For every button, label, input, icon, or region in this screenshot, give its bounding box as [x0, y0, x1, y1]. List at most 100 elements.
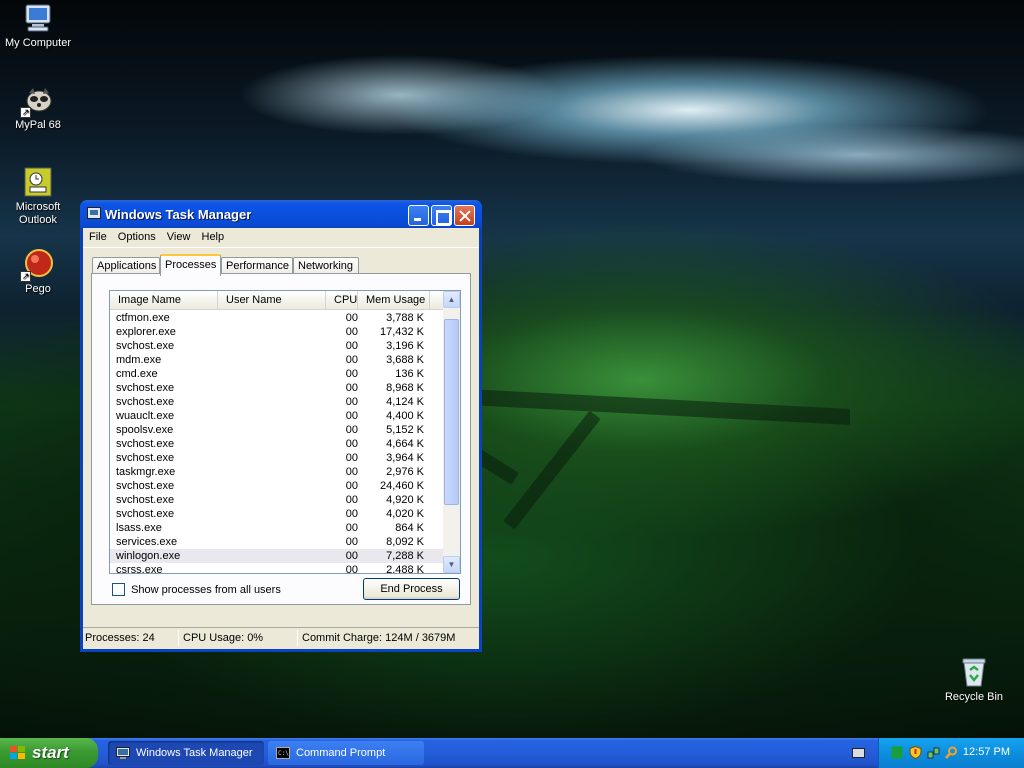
mypal-icon: ↗ — [20, 84, 54, 118]
process-name: cmd.exe — [116, 368, 158, 380]
process-row[interactable]: cmd.exe 00 136 K — [110, 367, 443, 381]
desktop-icon-outlook[interactable]: Microsoft Outlook — [0, 166, 76, 227]
process-mem-usage: 3,788 K — [386, 312, 424, 324]
process-row[interactable]: svchost.exe 00 3,964 K — [110, 451, 443, 465]
process-mem-usage: 17,432 K — [379, 326, 424, 338]
taskbar: start Windows Task Manager C:\ Command P… — [0, 738, 1024, 768]
process-row[interactable]: ctfmon.exe 00 3,788 K — [110, 311, 443, 325]
process-cpu: 00 — [345, 368, 358, 380]
desktop-icon-label: Microsoft Outlook — [15, 201, 61, 226]
taskbar-clock[interactable]: 12:57 PM — [963, 746, 1010, 758]
process-list[interactable]: Image Name User Name CPU Mem Usage ctfmo… — [109, 290, 461, 574]
process-name: winlogon.exe — [116, 550, 181, 562]
process-row[interactable]: services.exe 00 8,092 K — [110, 535, 443, 549]
process-row[interactable]: svchost.exe 00 4,020 K — [110, 507, 443, 521]
task-manager-icon — [87, 207, 101, 219]
desktop-icon-mypal[interactable]: ↗ MyPal 68 — [0, 84, 76, 132]
column-cpu[interactable]: CPU — [326, 291, 358, 309]
network-icon[interactable] — [891, 746, 904, 759]
process-row[interactable]: csrss.exe 00 2,488 K — [110, 563, 443, 574]
process-cpu: 00 — [345, 312, 358, 324]
taskbar-button-label: Windows Task Manager — [136, 747, 253, 759]
tab-processes[interactable]: Processes — [160, 254, 221, 276]
process-row[interactable]: svchost.exe 00 3,196 K — [110, 339, 443, 353]
desktop-icon-my-computer[interactable]: My Computer — [0, 2, 76, 50]
status-cpu-usage: CPU Usage: 0% — [183, 632, 264, 644]
show-all-users-checkbox[interactable] — [112, 583, 125, 596]
search-icon[interactable] — [945, 746, 958, 759]
keyboard-language-icon[interactable] — [852, 748, 865, 758]
menu-view[interactable]: View — [163, 228, 195, 243]
my-computer-icon — [22, 2, 54, 34]
process-mem-usage: 8,092 K — [386, 536, 424, 548]
desktop-icon-label: My Computer — [4, 37, 72, 49]
process-row[interactable]: mdm.exe 00 3,688 K — [110, 353, 443, 367]
security-shield-icon[interactable] — [909, 745, 922, 760]
desktop-icon-recycle-bin[interactable]: Recycle Bin — [936, 656, 1012, 704]
process-row[interactable]: winlogon.exe 00 7,288 K — [110, 549, 443, 563]
process-cpu: 00 — [345, 382, 358, 394]
process-cpu: 00 — [345, 396, 358, 408]
window-titlebar[interactable]: Windows Task Manager — [83, 200, 479, 228]
process-name: spoolsv.exe — [116, 424, 174, 436]
start-label: start — [32, 743, 69, 762]
process-row[interactable]: spoolsv.exe 00 5,152 K — [110, 423, 443, 437]
outlook-icon — [22, 166, 54, 198]
list-header: Image Name User Name CPU Mem Usage — [110, 291, 460, 310]
shortcut-arrow-icon: ↗ — [20, 107, 31, 118]
desktop-icon-label: Pego — [25, 283, 51, 295]
scroll-up-button[interactable]: ▲ — [443, 291, 460, 308]
taskbar-button-command-prompt[interactable]: C:\ Command Prompt — [268, 741, 424, 765]
vertical-scrollbar[interactable]: ▲ ▼ — [443, 291, 460, 573]
process-row[interactable]: wuauclt.exe 00 4,400 K — [110, 409, 443, 423]
menu-bar: File Options View Help — [83, 228, 479, 248]
process-cpu: 00 — [345, 452, 358, 464]
process-row[interactable]: svchost.exe 00 4,664 K — [110, 437, 443, 451]
process-row[interactable]: svchost.exe 00 4,920 K — [110, 493, 443, 507]
scroll-down-button[interactable]: ▼ — [443, 556, 460, 573]
process-mem-usage: 2,488 K — [386, 564, 424, 574]
process-row[interactable]: lsass.exe 00 864 K — [110, 521, 443, 535]
scroll-thumb[interactable] — [444, 319, 459, 505]
maximize-button[interactable] — [431, 205, 452, 226]
process-cpu: 00 — [345, 480, 358, 492]
taskbar-button-label: Command Prompt — [296, 747, 386, 759]
menu-help[interactable]: Help — [198, 228, 229, 243]
process-name: services.exe — [116, 536, 178, 548]
show-all-users-option[interactable]: Show processes from all users — [109, 583, 281, 597]
process-row[interactable]: explorer.exe 00 17,432 K — [110, 325, 443, 339]
process-cpu: 00 — [345, 550, 358, 562]
process-mem-usage: 7,288 K — [386, 550, 424, 562]
wireless-icon[interactable] — [927, 746, 940, 759]
column-mem-usage[interactable]: Mem Usage — [358, 291, 430, 309]
close-button[interactable] — [454, 205, 475, 226]
process-name: svchost.exe — [116, 508, 175, 520]
process-name: svchost.exe — [116, 494, 175, 506]
process-cpu: 00 — [345, 536, 358, 548]
process-cpu: 00 — [345, 522, 358, 534]
taskbar-button-task-manager[interactable]: Windows Task Manager — [108, 741, 264, 765]
process-name: ctfmon.exe — [116, 312, 170, 324]
desktop-icon-pego[interactable]: ↗ Pego — [0, 248, 76, 296]
menu-file[interactable]: File — [85, 228, 111, 243]
process-name: svchost.exe — [116, 480, 175, 492]
end-process-button[interactable]: End Process — [363, 578, 460, 600]
process-cpu: 00 — [345, 438, 358, 450]
process-row[interactable]: taskmgr.exe 00 2,976 K — [110, 465, 443, 479]
process-row[interactable]: svchost.exe 00 4,124 K — [110, 395, 443, 409]
menu-options[interactable]: Options — [114, 228, 160, 243]
process-cpu: 00 — [345, 410, 358, 422]
minimize-button[interactable] — [408, 205, 429, 226]
column-image-name[interactable]: Image Name — [110, 291, 218, 309]
process-row[interactable]: svchost.exe 00 24,460 K — [110, 479, 443, 493]
start-button[interactable]: start — [0, 738, 98, 768]
process-name: svchost.exe — [116, 396, 175, 408]
process-name: lsass.exe — [116, 522, 162, 534]
windows-logo-icon — [10, 746, 26, 760]
column-user-name[interactable]: User Name — [218, 291, 326, 309]
process-row[interactable]: svchost.exe 00 8,968 K — [110, 381, 443, 395]
task-manager-window: Windows Task Manager File Options View H… — [80, 200, 482, 652]
shortcut-arrow-icon: ↗ — [20, 271, 31, 282]
process-name: svchost.exe — [116, 438, 175, 450]
process-cpu: 00 — [345, 508, 358, 520]
